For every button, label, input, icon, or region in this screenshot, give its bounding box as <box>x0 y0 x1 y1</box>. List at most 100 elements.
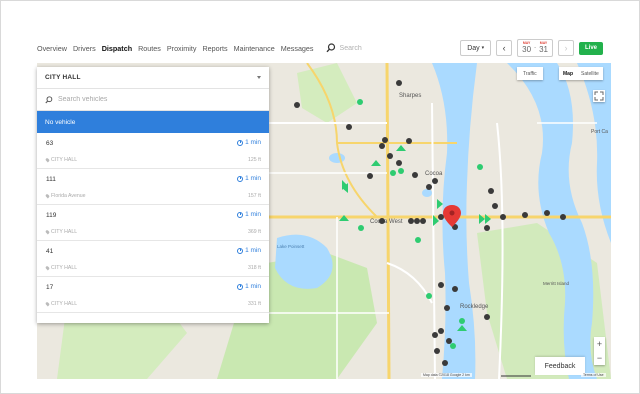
vehicle-marker[interactable] <box>544 210 550 216</box>
vehicle-marker[interactable] <box>500 214 506 220</box>
vehicle-marker[interactable] <box>367 173 373 179</box>
next-date-button[interactable]: › <box>557 40 574 56</box>
traffic-button[interactable]: Traffic <box>517 67 543 80</box>
vehicle-marker[interactable] <box>420 218 426 224</box>
nav-drivers[interactable]: Drivers <box>73 44 96 53</box>
vehicle-list-item[interactable]: 111 1 min Florida Avenue 157 ft <box>37 169 269 205</box>
vehicle-marker-active[interactable] <box>390 170 396 176</box>
pin-icon <box>45 193 50 199</box>
range-label: Day <box>467 44 480 52</box>
range-dropdown[interactable]: Day ▾ <box>460 40 492 56</box>
vehicle-list-item[interactable]: 63 1 min CITY HALL 125 ft <box>37 133 269 169</box>
vehicle-marker[interactable] <box>484 225 490 231</box>
vehicle-name: 41 <box>46 248 54 255</box>
vehicle-marker[interactable] <box>452 286 458 292</box>
vehicle-panel: CITY HALL No vehicle 63 1 min CITY HALL … <box>37 67 269 323</box>
vehicle-marker-active[interactable] <box>477 164 483 170</box>
nav-messages[interactable]: Messages <box>281 44 314 53</box>
vehicle-marker-active[interactable] <box>459 318 465 324</box>
vehicle-marker[interactable] <box>522 212 528 218</box>
vehicle-marker[interactable] <box>346 124 352 130</box>
map-type-map[interactable]: Map <box>559 67 577 80</box>
vehicle-location: CITY HALL <box>45 157 78 163</box>
vehicle-marker[interactable] <box>379 143 385 149</box>
place-label: Port Ca <box>591 129 608 135</box>
vehicle-list-item[interactable]: 119 1 min CITY HALL 369 ft <box>37 205 269 241</box>
zoom-in-button[interactable]: + <box>597 339 602 349</box>
nav-proximity[interactable]: Proximity <box>167 44 197 53</box>
vehicle-marker[interactable] <box>438 328 444 334</box>
vehicle-marker-active[interactable] <box>426 293 432 299</box>
location-text: CITY HALL <box>51 229 78 235</box>
vehicle-marker[interactable] <box>438 282 444 288</box>
vehicle-marker[interactable] <box>412 172 418 178</box>
vehicle-list-item[interactable]: 41 1 min CITY HALL 318 ft <box>37 241 269 277</box>
vehicle-name: 119 <box>46 212 57 219</box>
vehicle-marker[interactable] <box>408 218 414 224</box>
vehicle-list-item[interactable]: 17 1 min CITY HALL 331 ft <box>37 277 269 313</box>
vehicle-marker[interactable] <box>434 348 440 354</box>
vehicle-marker-active[interactable] <box>357 99 363 105</box>
vehicle-marker[interactable] <box>406 138 412 144</box>
prev-date-button[interactable]: ‹ <box>496 40 513 56</box>
terms-link[interactable]: Terms of Use <box>581 373 606 377</box>
location-text: CITY HALL <box>51 301 78 307</box>
vehicle-marker[interactable] <box>382 137 388 143</box>
vehicle-marker[interactable] <box>444 305 450 311</box>
pin-icon <box>45 157 50 163</box>
vehicle-name: 17 <box>46 284 54 291</box>
place-label: Lake Poinsett <box>277 244 305 249</box>
chevron-right-icon: › <box>564 43 568 53</box>
vehicle-marker-active[interactable] <box>415 237 421 243</box>
global-search <box>326 43 410 53</box>
vehicle-marker[interactable] <box>414 218 420 224</box>
app-window: Overview Drivers Dispatch Routes Proximi… <box>0 0 640 394</box>
vehicle-marker[interactable] <box>438 214 444 220</box>
vehicle-marker[interactable] <box>294 102 300 108</box>
nav-dispatch[interactable]: Dispatch <box>102 44 132 53</box>
vehicle-marker[interactable] <box>492 203 498 209</box>
vehicle-marker-active[interactable] <box>450 343 456 349</box>
vehicle-marker[interactable] <box>488 188 494 194</box>
vehicle-marker[interactable] <box>396 80 402 86</box>
nav-overview[interactable]: Overview <box>37 44 67 53</box>
feedback-button[interactable]: Feedback <box>535 357 585 375</box>
nav-routes[interactable]: Routes <box>138 44 161 53</box>
vehicle-eta: 1 min <box>237 211 261 218</box>
nav-reports[interactable]: Reports <box>202 44 227 53</box>
eta-text: 1 min <box>245 211 261 218</box>
date-from: MAY 30 <box>522 42 531 54</box>
vehicle-marker[interactable] <box>396 160 402 166</box>
vehicle-marker[interactable] <box>432 332 438 338</box>
vehicle-marker-active[interactable] <box>358 225 364 231</box>
vehicle-eta: 1 min <box>237 283 261 290</box>
vehicle-marker-active[interactable] <box>398 168 404 174</box>
live-button[interactable]: Live <box>578 41 603 55</box>
vehicle-marker[interactable] <box>560 214 566 220</box>
location-text: CITY HALL <box>51 157 78 163</box>
fullscreen-icon <box>594 91 604 101</box>
no-vehicle-option[interactable]: No vehicle <box>37 111 269 133</box>
zoom-out-button[interactable]: − <box>597 353 602 363</box>
vehicle-location: CITY HALL <box>45 301 78 307</box>
location-select[interactable]: CITY HALL <box>37 67 269 89</box>
vehicle-marker[interactable] <box>426 184 432 190</box>
date-range-picker[interactable]: MAY 30 - MAY 31 <box>517 39 553 57</box>
fullscreen-button[interactable] <box>593 90 605 102</box>
nav-maintenance[interactable]: Maintenance <box>234 44 275 53</box>
map-type-satellite[interactable]: Satellite <box>577 67 603 80</box>
pin-icon <box>45 229 50 235</box>
search-input[interactable] <box>339 44 410 52</box>
vehicle-distance: 318 ft <box>248 265 261 271</box>
vehicle-marker[interactable] <box>387 153 393 159</box>
vehicle-marker[interactable] <box>446 338 452 344</box>
vehicle-marker[interactable] <box>484 314 490 320</box>
vehicle-marker[interactable] <box>379 218 385 224</box>
top-bar: Overview Drivers Dispatch Routes Proximi… <box>37 37 603 59</box>
date-controls: Day ▾ ‹ MAY 30 - MAY 31 › Live <box>460 37 603 59</box>
chevron-down-icon <box>257 76 261 79</box>
vehicle-search-input[interactable] <box>58 96 238 103</box>
vehicle-marker[interactable] <box>442 360 448 366</box>
lake <box>422 189 432 197</box>
vehicle-marker[interactable] <box>432 178 438 184</box>
